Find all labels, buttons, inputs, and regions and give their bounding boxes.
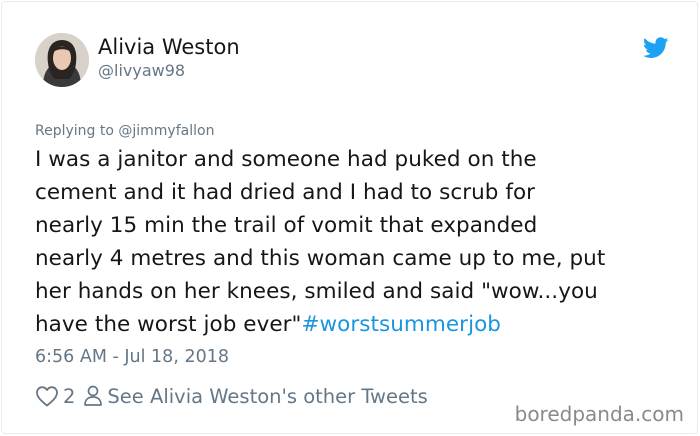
like-count: 2 — [63, 384, 76, 408]
tweet-timestamp[interactable]: 6:56 AM - Jul 18, 2018 — [35, 346, 229, 368]
avatar-image — [35, 33, 89, 87]
twitter-bird-icon[interactable] — [642, 37, 669, 59]
tweet-card: Alivia Weston @livyaw98 Replying to @jim… — [1, 1, 698, 434]
avatar[interactable] — [35, 33, 89, 87]
replying-to[interactable]: Replying to @jimmyfallon — [35, 122, 214, 140]
display-name[interactable]: Alivia Weston — [98, 35, 240, 59]
tweet-body: I was a janitor and someone had puked on… — [35, 147, 606, 337]
tweet-actions: 2 See Alivia Weston's other Tweets — [35, 382, 428, 410]
tweet-text: I was a janitor and someone had puked on… — [35, 143, 675, 341]
watermark: boredpanda.com — [514, 402, 684, 426]
user-handle[interactable]: @livyaw98 — [98, 61, 185, 81]
person-icon[interactable] — [83, 384, 103, 408]
heart-icon[interactable] — [35, 385, 59, 407]
other-tweets-link[interactable]: See Alivia Weston's other Tweets — [107, 385, 427, 408]
hashtag-link[interactable]: #worstsummerjob — [301, 312, 501, 337]
